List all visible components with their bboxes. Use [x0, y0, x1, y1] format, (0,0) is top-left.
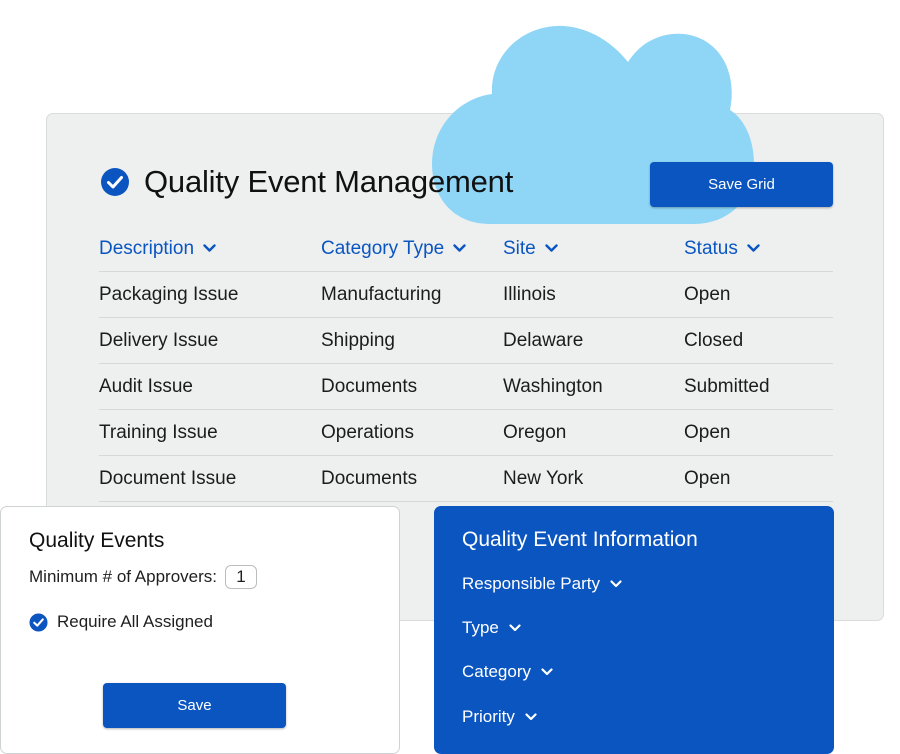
- chevron-down-icon: [610, 580, 622, 588]
- table-row[interactable]: Delivery Issue Shipping Delaware Closed: [99, 318, 833, 364]
- category-dropdown[interactable]: Category: [462, 662, 553, 682]
- cell-status: Submitted: [684, 375, 770, 397]
- column-header-label: Status: [684, 237, 738, 259]
- responsible-party-dropdown[interactable]: Responsible Party: [462, 574, 622, 594]
- dropdown-label: Responsible Party: [462, 574, 600, 593]
- column-header-label: Site: [503, 237, 536, 259]
- chevron-down-icon: [203, 244, 216, 252]
- chevron-down-icon: [545, 244, 558, 252]
- save-grid-button[interactable]: Save Grid: [650, 162, 833, 207]
- column-header-status[interactable]: Status: [684, 238, 833, 260]
- cell-description: Training Issue: [99, 421, 218, 443]
- column-header-label: Description: [99, 237, 195, 259]
- panel-title: Quality Event Information: [462, 528, 698, 551]
- cell-category-type: Documents: [321, 467, 418, 489]
- quality-event-information-panel: Quality Event Information Responsible Pa…: [434, 506, 834, 754]
- quality-events-panel: Quality Events Minimum # of Approvers: 1…: [0, 506, 400, 754]
- cell-category-type: Documents: [321, 375, 418, 397]
- table-header-row: Description Category Type Site Status: [99, 226, 833, 272]
- dropdown-label: Priority: [462, 707, 515, 726]
- require-all-assigned-checkbox[interactable]: Require All Assigned: [29, 612, 213, 632]
- cell-status: Open: [684, 283, 731, 305]
- table-row[interactable]: Training Issue Operations Oregon Open: [99, 410, 833, 456]
- approvers-row: Minimum # of Approvers: 1: [29, 565, 258, 589]
- column-header-label: Category Type: [321, 237, 445, 259]
- dropdown-label: Category: [462, 662, 531, 681]
- cell-status: Open: [684, 421, 731, 443]
- approvers-label: Minimum # of Approvers:: [29, 567, 218, 586]
- column-header-site[interactable]: Site: [503, 238, 684, 260]
- cell-site: Delaware: [503, 329, 584, 351]
- table-row[interactable]: Audit Issue Documents Washington Submitt…: [99, 364, 833, 410]
- cell-site: Oregon: [503, 421, 567, 443]
- cell-description: Document Issue: [99, 467, 237, 489]
- cell-status: Open: [684, 467, 731, 489]
- cell-description: Audit Issue: [99, 375, 193, 397]
- chevron-down-icon: [453, 244, 466, 252]
- priority-dropdown[interactable]: Priority: [462, 707, 537, 727]
- page-title: Quality Event Management: [144, 164, 514, 199]
- require-all-assigned-label: Require All Assigned: [57, 612, 213, 631]
- approvers-input[interactable]: 1: [225, 565, 258, 589]
- table-row[interactable]: Document Issue Documents New York Open: [99, 456, 833, 502]
- save-button[interactable]: Save: [103, 683, 286, 728]
- cell-description: Packaging Issue: [99, 283, 239, 305]
- chevron-down-icon: [541, 668, 553, 676]
- column-header-category-type[interactable]: Category Type: [321, 238, 503, 260]
- title-row: Quality Event Management: [100, 164, 513, 200]
- column-header-description[interactable]: Description: [99, 238, 321, 260]
- cell-category-type: Operations: [321, 421, 414, 443]
- dropdown-label: Type: [462, 618, 499, 637]
- cell-site: Washington: [503, 375, 603, 397]
- cell-category-type: Shipping: [321, 329, 395, 351]
- chevron-down-icon: [525, 713, 537, 721]
- chevron-down-icon: [509, 624, 521, 632]
- panel-title: Quality Events: [29, 529, 165, 552]
- cell-site: Illinois: [503, 283, 556, 305]
- cell-category-type: Manufacturing: [321, 283, 442, 305]
- chevron-down-icon: [747, 244, 760, 252]
- quality-event-table: Description Category Type Site Status Pa…: [99, 226, 833, 502]
- table-row[interactable]: Packaging Issue Manufacturing Illinois O…: [99, 272, 833, 318]
- check-circle-icon: [101, 168, 129, 196]
- cell-status: Closed: [684, 329, 744, 351]
- check-circle-icon: [29, 612, 48, 632]
- cell-site: New York: [503, 467, 584, 489]
- type-dropdown[interactable]: Type: [462, 618, 521, 638]
- cell-description: Delivery Issue: [99, 329, 219, 351]
